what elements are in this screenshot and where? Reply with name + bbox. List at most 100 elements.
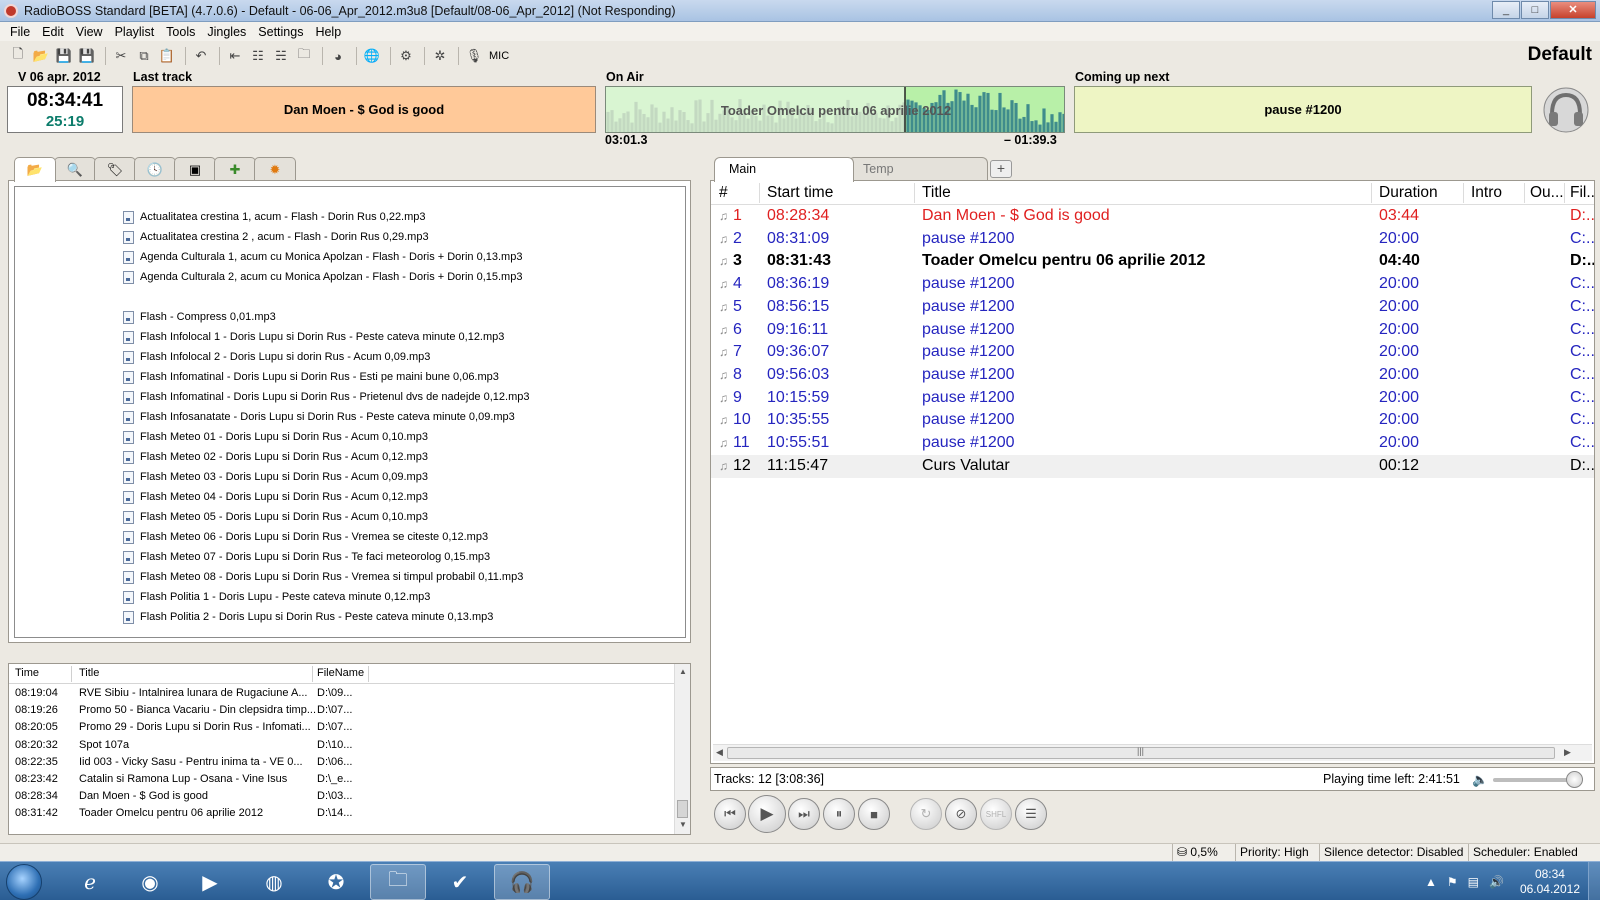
tab-main[interactable]: Main <box>714 157 854 182</box>
file-item[interactable]: Flash Infosanatate - Doris Lupu si Dorin… <box>123 408 515 426</box>
next-button[interactable]: ⏭ <box>788 798 820 830</box>
title-bar[interactable]: RadioBOSS Standard [BETA] (4.7.0.6) - De… <box>0 0 1600 22</box>
playlist-row[interactable]: ♫ 1 08:28:34 Dan Moen - $ God is good 03:44 D… <box>711 205 1594 228</box>
menu-tools[interactable]: Tools <box>160 25 201 39</box>
col-intro[interactable]: Intro <box>1471 184 1502 202</box>
file-item[interactable]: Flash Infolocal 1 - Doris Lupu si Dorin … <box>123 328 504 346</box>
menu-file[interactable]: File <box>4 25 36 39</box>
copy-icon[interactable]: ⧉ <box>134 46 154 66</box>
playlist-row[interactable]: ♫ 7 09:36:07 pause #1200 20:00 C:... <box>711 341 1594 364</box>
scheduler-status[interactable]: Scheduler: Enabled <box>1468 844 1582 861</box>
file-item[interactable]: Flash Infolocal 2 - Doris Lupu si dorin … <box>123 348 430 366</box>
tasks-icon[interactable]: ✔ <box>432 864 488 900</box>
minimize-button[interactable]: _ <box>1492 1 1520 19</box>
maximize-button[interactable]: □ <box>1521 1 1549 19</box>
speaker-icon[interactable]: 🔈 <box>1472 772 1488 788</box>
playlist-row[interactable]: ♫ 3 08:31:43 Toader Omelcu pentru 06 aprili… <box>711 250 1594 273</box>
playlist-row[interactable]: ♫ 4 08:36:19 pause #1200 20:00 C:... <box>711 273 1594 296</box>
file-item[interactable]: Flash Meteo 01 - Doris Lupu si Dorin Rus… <box>123 428 428 446</box>
col-start-time[interactable]: Start time <box>767 184 833 202</box>
new-file-icon[interactable]: 🗋 <box>8 46 28 66</box>
tab-video[interactable]: ▣ <box>174 157 216 181</box>
insert-folder-icon[interactable]: 🗀 <box>294 46 314 66</box>
open-folder-icon[interactable]: 📂 <box>31 46 51 66</box>
shuffle-button[interactable]: SHFL <box>980 798 1012 830</box>
last-track-panel[interactable]: Dan Moen - $ God is good <box>132 86 596 133</box>
file-item[interactable]: Agenda Culturala 2, acum cu Monica Apolz… <box>123 268 522 286</box>
ie-icon[interactable]: ℯ <box>62 864 118 900</box>
tab-history[interactable]: 🕓 <box>134 157 176 181</box>
file-item[interactable]: Flash Politia 1 - Doris Lupu - Peste cat… <box>123 588 430 606</box>
network-icon[interactable]: ▤ <box>1468 875 1479 889</box>
pause-button[interactable]: ⏸ <box>823 798 855 830</box>
insert-list-icon[interactable]: ☷ <box>248 46 268 66</box>
flag-icon[interactable]: ⚑ <box>1447 875 1458 889</box>
tab-folders[interactable]: 📂 <box>14 157 56 182</box>
scroll-down-icon[interactable]: ▼ <box>679 820 687 829</box>
undo-icon[interactable]: ↶ <box>191 46 211 66</box>
start-button[interactable] <box>6 864 42 900</box>
playlist-row[interactable]: ♫ 5 08:56:15 pause #1200 20:00 C:... <box>711 296 1594 319</box>
volume-icon[interactable]: 🔊 <box>1489 875 1504 889</box>
col-title[interactable]: Title <box>922 184 951 202</box>
menu-help[interactable]: Help <box>309 25 347 39</box>
loop-button[interactable]: ↻ <box>910 798 942 830</box>
menu-edit[interactable]: Edit <box>36 25 70 39</box>
playlist-horizontal-scrollbar[interactable]: ◀ ||| ▶ <box>713 744 1592 761</box>
save-icon[interactable]: 💾 <box>54 46 74 66</box>
history-col-title[interactable]: Title <box>79 667 99 679</box>
firefox-icon[interactable]: ◍ <box>246 864 302 900</box>
save-as-icon[interactable]: 💾 <box>77 46 97 66</box>
playlist-row[interactable]: ♫ 10 10:35:55 pause #1200 20:00 C:... <box>711 409 1594 432</box>
mic-label[interactable]: MIC <box>489 50 509 62</box>
mic-icon[interactable]: 🎙 <box>464 46 484 66</box>
stop-button[interactable]: ■ <box>858 798 890 830</box>
playlist-row[interactable]: ♫ 6 09:16:11 pause #1200 20:00 C:... <box>711 319 1594 342</box>
tab-jingles[interactable]: ✹ <box>254 157 296 181</box>
show-desktop-button[interactable] <box>1588 862 1600 900</box>
col-outro[interactable]: Ou... <box>1530 184 1564 202</box>
menu-jingles[interactable]: Jingles <box>201 25 252 39</box>
scroll-grip-icon[interactable]: ||| <box>1137 746 1144 756</box>
volume-knob[interactable] <box>1566 771 1583 788</box>
menu-playlist[interactable]: Playlist <box>109 25 161 39</box>
file-item[interactable]: Flash Infomatinal - Doris Lupu si Dorin … <box>123 368 499 386</box>
file-item[interactable]: Flash Politia 2 - Doris Lupu si Dorin Ru… <box>123 608 493 626</box>
on-air-panel[interactable]: Toader Omelcu pentru 06 aprilie 2012 <box>605 86 1065 133</box>
col-duration[interactable]: Duration <box>1379 184 1438 202</box>
history-scrollbar[interactable]: ▲ ▼ <box>674 664 690 834</box>
file-item[interactable]: Flash Meteo 05 - Doris Lupu si Dorin Rus… <box>123 508 428 526</box>
cut-icon[interactable]: ✂ <box>111 46 131 66</box>
playlist-row[interactable]: ♫ 8 09:56:03 pause #1200 20:00 C:... <box>711 364 1594 387</box>
history-col-time[interactable]: Time <box>15 667 39 679</box>
settings-gear-icon[interactable]: ⚙ <box>396 46 416 66</box>
scroll-left-icon[interactable]: ◀ <box>716 747 723 758</box>
scroll-up-icon[interactable]: ▲ <box>679 667 687 676</box>
file-item[interactable]: Flash Meteo 03 - Doris Lupu si Dorin Rus… <box>123 468 428 486</box>
media-center-icon[interactable]: ◉ <box>122 864 178 900</box>
file-list[interactable]: Actualitatea crestina 1, acum - Flash - … <box>14 186 686 638</box>
media-player-icon[interactable]: ▶ <box>182 864 238 900</box>
scheduler-icon[interactable]: ✲ <box>430 46 450 66</box>
safari-icon[interactable]: ✪ <box>308 864 364 900</box>
history-col-filename[interactable]: FileName <box>317 667 364 679</box>
add-tab-button[interactable]: + <box>990 160 1012 178</box>
radioboss-icon[interactable]: 🎧 <box>494 864 550 900</box>
playlist-row[interactable]: ♫ 2 08:31:09 pause #1200 20:00 C:... <box>711 228 1594 251</box>
file-item[interactable]: Flash Meteo 02 - Doris Lupu si Dorin Rus… <box>123 448 428 466</box>
col-filename[interactable]: Fil... <box>1570 184 1594 202</box>
file-item[interactable]: Flash Meteo 08 - Doris Lupu si Dorin Rus… <box>123 568 523 586</box>
menu-view[interactable]: View <box>70 25 109 39</box>
tab-tags[interactable]: 🏷 <box>94 157 136 181</box>
tab-plugins[interactable]: ✚ <box>214 157 256 181</box>
playlist-row[interactable]: ♫ 9 10:15:59 pause #1200 20:00 C:... <box>711 387 1594 410</box>
next-track-panel[interactable]: pause #1200 <box>1074 86 1532 133</box>
close-button[interactable]: ✕ <box>1550 1 1596 19</box>
explorer-icon[interactable]: 🗀 <box>370 864 426 900</box>
insert-multi-icon[interactable]: ☵ <box>271 46 291 66</box>
tab-search[interactable]: 🔍 <box>54 157 96 181</box>
menu-settings[interactable]: Settings <box>252 25 309 39</box>
file-item[interactable]: Flash Meteo 04 - Doris Lupu si Dorin Rus… <box>123 488 428 506</box>
tray-clock[interactable]: 08:34 06.04.2012 <box>1520 867 1580 897</box>
file-item[interactable]: Flash - Compress 0,01.mp3 <box>123 308 276 326</box>
